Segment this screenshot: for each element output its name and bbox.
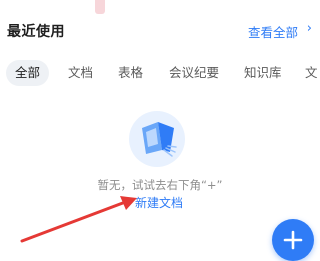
- add-fab-button[interactable]: [272, 219, 314, 261]
- empty-state-message: 暂无，试试去右下角“+”: [97, 178, 223, 192]
- section-title: 最近使用: [7, 24, 65, 40]
- tab-more[interactable]: 文: [305, 60, 318, 86]
- empty-folder-illustration-icon: [128, 110, 186, 168]
- view-all-link[interactable]: 查看全部: [248, 22, 298, 41]
- filter-tabs: 全部 文档 表格 会议纪要 知识库 文: [0, 60, 320, 88]
- chevron-right-icon[interactable]: ›: [307, 21, 312, 36]
- tab-docs[interactable]: 文档: [68, 60, 93, 86]
- tab-sheets[interactable]: 表格: [118, 60, 143, 86]
- new-document-link[interactable]: 新建文档: [135, 194, 183, 211]
- plus-icon: [283, 230, 303, 250]
- recent-header: 最近使用 查看全部 ›: [0, 18, 320, 44]
- top-accent-decoration: [95, 0, 105, 14]
- tab-knowledge-base[interactable]: 知识库: [244, 60, 282, 86]
- tab-meeting-notes[interactable]: 会议纪要: [169, 60, 219, 86]
- tab-all[interactable]: 全部: [6, 60, 50, 86]
